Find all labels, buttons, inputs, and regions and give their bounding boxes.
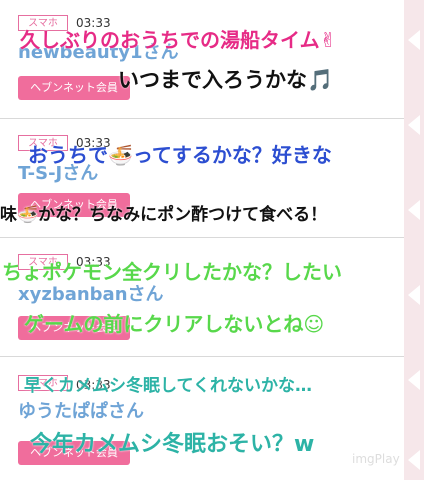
username-link[interactable]: ゆうたぱぱさん: [18, 401, 144, 423]
comment-card: スマホ 03:33 newbeauty1さん ヘブンネット会員: [0, 0, 404, 119]
chevron-decoration-icon: [408, 200, 420, 220]
side-decoration: [404, 0, 424, 480]
overlay-text: ゲームの前にクリアしないとね☺: [24, 312, 325, 336]
chevron-decoration-icon: [408, 370, 420, 390]
overlay-text: おうちで🍜ってするかな？好きな: [28, 143, 332, 167]
overlay-text: 味🍜かな？ちなみにポン酢つけて食べる！: [0, 205, 328, 225]
chevron-decoration-icon: [408, 450, 420, 470]
chevron-decoration-icon: [408, 115, 420, 135]
watermark: imgPlay: [352, 452, 400, 466]
overlay-text: ちょポケモン全クリしたかな？したい: [2, 260, 342, 284]
chevron-decoration-icon: [408, 30, 420, 50]
chevron-decoration-icon: [408, 285, 420, 305]
overlay-text: いつまで入ろうかな🎵: [118, 68, 334, 92]
member-tag: ヘブンネット会員: [18, 76, 130, 100]
overlay-text: 久しぶりのおうちでの湯船タイム✌: [20, 28, 337, 52]
overlay-text: 早くカメムシ冬眠してくれないかな…: [24, 376, 312, 396]
username-link[interactable]: xyzbanbanさん: [18, 284, 164, 306]
overlay-text: 今年カメムシ冬眠おそい？w: [30, 432, 315, 457]
